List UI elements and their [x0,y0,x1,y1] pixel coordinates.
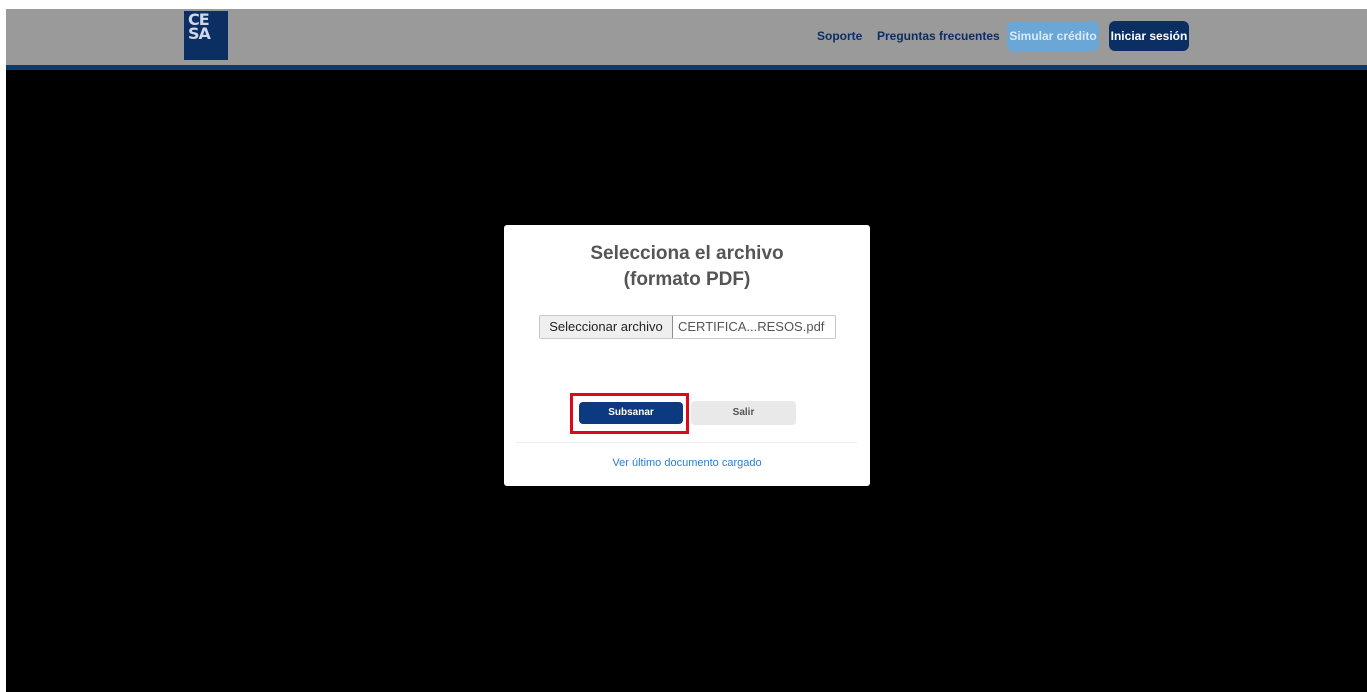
nav-link-soporte[interactable]: Soporte [817,29,862,43]
subsanar-button[interactable]: Subsanar [579,402,683,424]
login-button[interactable]: Iniciar sesión [1109,21,1189,51]
brand-logo[interactable]: CE SA [184,11,228,60]
select-file-button[interactable]: Seleccionar archivo [540,316,673,338]
nav-link-preguntas-frecuentes[interactable]: Preguntas frecuentes [877,29,1000,43]
modal-title: Selecciona el archivo (formato PDF) [504,241,870,293]
modal-title-line-2: (formato PDF) [623,269,751,290]
file-upload-modal: Selecciona el archivo (formato PDF) Sele… [504,225,870,486]
salir-button[interactable]: Salir [691,401,796,425]
view-last-document-link[interactable]: Ver último documento cargado [504,457,870,469]
logo-text: CE SA [188,10,211,43]
simulate-credit-button[interactable]: Simular crédito [1007,21,1099,51]
modal-title-line-1: Selecciona el archivo [590,243,784,264]
file-input[interactable]: Seleccionar archivo CERTIFICA...RESOS.pd… [539,315,836,339]
top-navbar: CE SA Soporte Preguntas frecuentes Simul… [6,9,1367,65]
navbar-divider [6,65,1367,70]
selected-file-name: CERTIFICA...RESOS.pdf [678,319,825,334]
modal-divider [516,442,857,443]
